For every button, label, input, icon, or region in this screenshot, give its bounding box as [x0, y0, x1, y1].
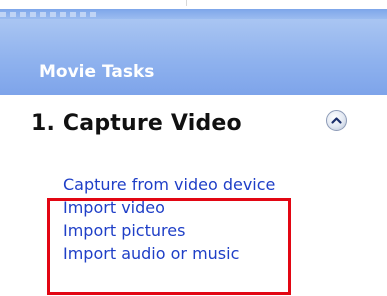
section-title: 1. Capture Video	[31, 111, 242, 136]
divider	[186, 0, 187, 6]
chevron-up-icon	[331, 117, 342, 124]
movie-tasks-header	[0, 19, 387, 95]
dots-pattern	[0, 12, 100, 17]
panel-title: Movie Tasks	[39, 62, 155, 82]
highlight-box	[47, 198, 291, 295]
capture-from-video-device-link[interactable]: Capture from video device	[63, 173, 275, 196]
collapse-section-button[interactable]	[326, 110, 347, 131]
